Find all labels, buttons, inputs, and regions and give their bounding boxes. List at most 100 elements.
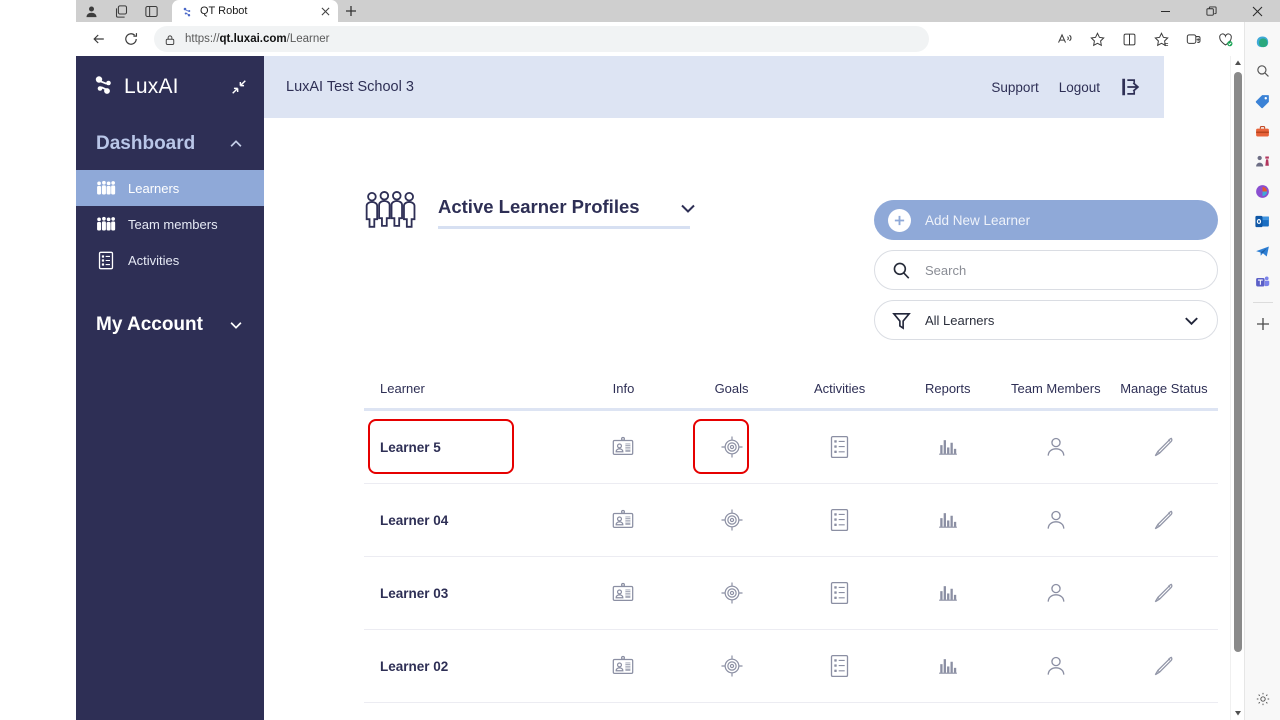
info-cell[interactable] bbox=[569, 581, 677, 605]
scrollbar-thumb[interactable] bbox=[1234, 72, 1242, 652]
collections-icon[interactable] bbox=[1146, 25, 1176, 53]
team-cell[interactable] bbox=[1002, 654, 1110, 678]
target-crosshair-icon[interactable] bbox=[720, 435, 744, 459]
table-row[interactable]: Learner 01 bbox=[364, 703, 1218, 720]
table-row[interactable]: Learner 02 bbox=[364, 630, 1218, 703]
shopping-icon[interactable] bbox=[1210, 25, 1240, 53]
bar-chart-icon[interactable] bbox=[936, 435, 960, 459]
info-cell[interactable] bbox=[569, 508, 677, 532]
info-cell[interactable] bbox=[569, 435, 677, 459]
list-checklist-icon[interactable] bbox=[828, 508, 852, 532]
id-card-icon[interactable] bbox=[611, 435, 635, 459]
browser-essentials-icon[interactable] bbox=[1178, 25, 1208, 53]
vertical-tabs-icon[interactable] bbox=[136, 0, 166, 22]
team-cell[interactable] bbox=[1002, 581, 1110, 605]
outlook-icon[interactable] bbox=[1248, 206, 1278, 236]
table-row[interactable]: Learner 5 bbox=[364, 411, 1218, 484]
goals-cell[interactable] bbox=[678, 581, 786, 605]
favorite-star-icon[interactable] bbox=[1082, 25, 1112, 53]
activities-cell[interactable] bbox=[786, 508, 894, 532]
split-screen-icon[interactable] bbox=[1114, 25, 1144, 53]
read-aloud-icon[interactable] bbox=[1050, 25, 1080, 53]
sidebar-group-my-account[interactable]: My Account bbox=[76, 296, 264, 354]
sidebar-item-activities[interactable]: Activities bbox=[76, 242, 264, 278]
reports-cell[interactable] bbox=[894, 654, 1002, 678]
site-info-lock-icon[interactable] bbox=[164, 33, 177, 46]
person-icon[interactable] bbox=[1044, 508, 1068, 532]
maximize-restore-button[interactable] bbox=[1188, 0, 1234, 22]
reload-button[interactable] bbox=[116, 25, 146, 53]
activities-cell[interactable] bbox=[786, 654, 894, 678]
support-link[interactable]: Support bbox=[991, 80, 1038, 95]
address-bar[interactable]: https://qt.luxai.com/Learner bbox=[154, 26, 929, 52]
target-crosshair-icon[interactable] bbox=[720, 508, 744, 532]
learner-name-cell[interactable]: Learner 02 bbox=[364, 659, 569, 674]
tab-search-icon[interactable] bbox=[106, 0, 136, 22]
goals-cell[interactable] bbox=[678, 435, 786, 459]
sidebar-group-dashboard[interactable]: Dashboard bbox=[76, 118, 264, 170]
activities-cell[interactable] bbox=[786, 435, 894, 459]
collapse-icon[interactable] bbox=[230, 78, 248, 96]
target-crosshair-icon[interactable] bbox=[720, 654, 744, 678]
scroll-up-arrow[interactable] bbox=[1231, 56, 1244, 70]
minimize-button[interactable] bbox=[1142, 0, 1188, 22]
back-button[interactable] bbox=[84, 25, 114, 53]
close-tab-icon[interactable] bbox=[318, 4, 332, 18]
pencil-edit-icon[interactable] bbox=[1152, 435, 1176, 459]
add-rail-app-button[interactable] bbox=[1248, 309, 1278, 339]
reports-cell[interactable] bbox=[894, 508, 1002, 532]
learner-name-cell[interactable]: Learner 03 bbox=[364, 586, 569, 601]
table-row[interactable]: Learner 03 bbox=[364, 557, 1218, 630]
id-card-icon[interactable] bbox=[611, 508, 635, 532]
list-checklist-icon[interactable] bbox=[828, 581, 852, 605]
learner-filter-dropdown[interactable]: All Learners bbox=[874, 300, 1218, 340]
bar-chart-icon[interactable] bbox=[936, 654, 960, 678]
tag-icon[interactable] bbox=[1248, 86, 1278, 116]
bar-chart-icon[interactable] bbox=[936, 581, 960, 605]
reports-cell[interactable] bbox=[894, 435, 1002, 459]
reports-cell[interactable] bbox=[894, 581, 1002, 605]
person-icon[interactable] bbox=[1044, 435, 1068, 459]
page-scrollbar[interactable] bbox=[1230, 56, 1244, 720]
pencil-edit-icon[interactable] bbox=[1152, 508, 1176, 532]
status-cell[interactable] bbox=[1110, 508, 1218, 532]
add-new-learner-button[interactable]: Add New Learner bbox=[874, 200, 1218, 240]
target-crosshair-icon[interactable] bbox=[720, 581, 744, 605]
pencil-edit-icon[interactable] bbox=[1152, 654, 1176, 678]
person-icon[interactable] bbox=[1044, 654, 1068, 678]
team-cell[interactable] bbox=[1002, 508, 1110, 532]
goals-cell[interactable] bbox=[678, 508, 786, 532]
bar-chart-icon[interactable] bbox=[936, 508, 960, 532]
id-card-icon[interactable] bbox=[611, 654, 635, 678]
list-checklist-icon[interactable] bbox=[828, 654, 852, 678]
status-cell[interactable] bbox=[1110, 435, 1218, 459]
sidebar-item-team-members[interactable]: Team members bbox=[76, 206, 264, 242]
search-input[interactable] bbox=[925, 262, 1175, 278]
chevron-down-icon[interactable] bbox=[678, 198, 698, 218]
activities-cell[interactable] bbox=[786, 581, 894, 605]
status-cell[interactable] bbox=[1110, 654, 1218, 678]
learner-name-cell[interactable]: Learner 5 bbox=[364, 440, 569, 455]
search-field[interactable] bbox=[874, 250, 1218, 290]
telegram-icon[interactable] bbox=[1248, 236, 1278, 266]
pencil-edit-icon[interactable] bbox=[1152, 581, 1176, 605]
logout-link[interactable]: Logout bbox=[1059, 80, 1100, 95]
games-icon[interactable] bbox=[1248, 146, 1278, 176]
search-icon[interactable] bbox=[1248, 56, 1278, 86]
person-icon[interactable] bbox=[1044, 581, 1068, 605]
close-window-button[interactable] bbox=[1234, 0, 1280, 22]
logout-icon[interactable] bbox=[1120, 76, 1142, 98]
id-card-icon[interactable] bbox=[611, 581, 635, 605]
profile-icon[interactable] bbox=[76, 0, 106, 22]
sidebar-item-learners[interactable]: Learners bbox=[76, 170, 264, 206]
team-cell[interactable] bbox=[1002, 435, 1110, 459]
gear-icon[interactable] bbox=[1248, 684, 1278, 714]
new-tab-button[interactable] bbox=[338, 0, 364, 22]
copilot-pages-icon[interactable] bbox=[1248, 176, 1278, 206]
goals-cell[interactable] bbox=[678, 654, 786, 678]
toolbox-icon[interactable] bbox=[1248, 116, 1278, 146]
list-checklist-icon[interactable] bbox=[828, 435, 852, 459]
info-cell[interactable] bbox=[569, 654, 677, 678]
browser-tab[interactable]: QT Robot bbox=[172, 0, 338, 22]
scroll-down-arrow[interactable] bbox=[1231, 706, 1244, 720]
